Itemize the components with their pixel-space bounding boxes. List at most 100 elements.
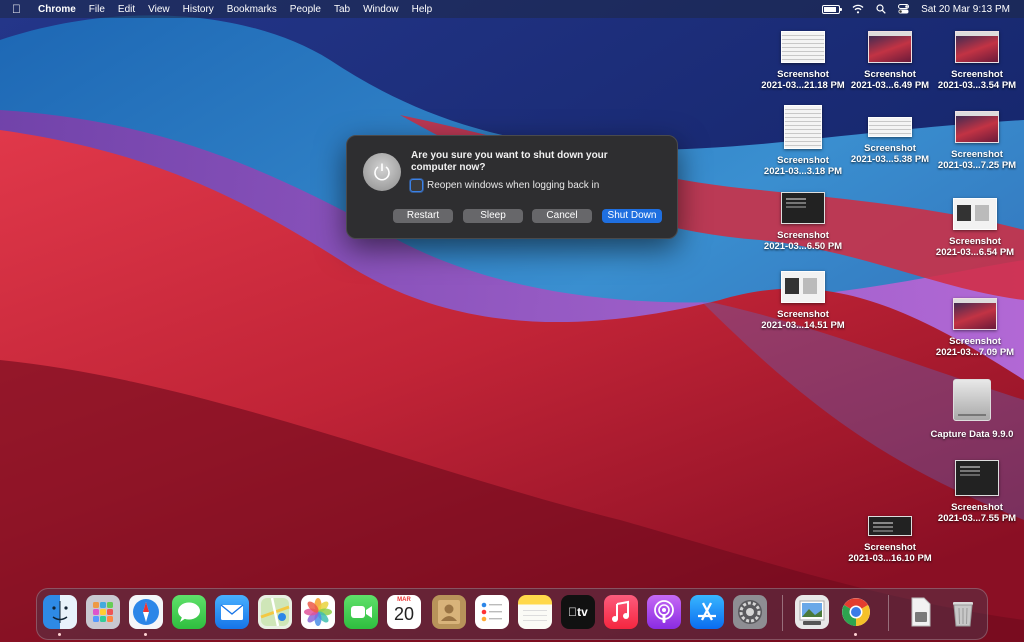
reopen-windows-checkbox[interactable] xyxy=(410,179,423,192)
maps-icon[interactable] xyxy=(258,595,292,629)
file-thumbnail xyxy=(955,111,999,143)
file-name-line1: Capture Data 9.9.0 xyxy=(930,429,1014,440)
system-preferences-icon[interactable] xyxy=(733,595,767,629)
file-name-line2: 2021-03...21.18 PM xyxy=(761,80,845,91)
calendar-day: 20 xyxy=(393,604,415,624)
desktop-file-screenshot[interactable]: Screenshot 2021-03...16.10 PM xyxy=(845,516,935,564)
restart-button[interactable]: Restart xyxy=(393,209,453,223)
file-name-line2: 2021-03...14.51 PM xyxy=(761,320,845,331)
file-thumbnail xyxy=(781,31,825,63)
downloads-icon[interactable] xyxy=(903,595,937,629)
desktop-file-screenshot[interactable]: Screenshot 2021-03...5.38 PM xyxy=(845,117,935,165)
menu-bar:  Chrome File Edit View History Bookmark… xyxy=(0,0,1024,18)
file-name-line1: Screenshot xyxy=(951,502,1003,513)
running-indicator xyxy=(854,633,857,636)
menu-history[interactable]: History xyxy=(183,4,214,15)
file-name-line1: Screenshot xyxy=(864,143,916,154)
file-name-line1: Screenshot xyxy=(951,149,1003,160)
file-thumbnail xyxy=(868,31,912,63)
file-name-line2: 2021-03...7.09 PM xyxy=(935,347,1015,358)
desktop-file-screenshot[interactable]: Screenshot 2021-03...7.25 PM xyxy=(932,111,1022,171)
menu-view[interactable]: View xyxy=(148,4,170,15)
file-name-line2: 2021-03...5.38 PM xyxy=(850,154,930,165)
control-center-icon[interactable] xyxy=(898,4,910,14)
file-thumbnail xyxy=(781,192,825,224)
file-thumbnail xyxy=(784,105,822,149)
notes-icon[interactable] xyxy=(518,595,552,629)
app-store-icon[interactable] xyxy=(690,595,724,629)
file-thumbnail xyxy=(955,31,999,63)
desktop-file-screenshot[interactable]: Screenshot 2021-03...3.54 PM xyxy=(932,31,1022,91)
file-thumbnail xyxy=(868,117,912,137)
calendar-month: MAR xyxy=(397,597,411,603)
desktop-file-screenshot[interactable]: Screenshot 2021-03...14.51 PM xyxy=(758,271,848,331)
file-name-line1: Screenshot xyxy=(864,69,916,80)
calendar-icon[interactable]: MAR 20 xyxy=(387,595,421,629)
running-indicator xyxy=(58,633,61,636)
dock-separator xyxy=(888,595,889,631)
file-name-line2: 2021-03...3.54 PM xyxy=(937,80,1017,91)
disk-image-icon xyxy=(953,379,991,421)
spotlight-search-icon[interactable] xyxy=(876,4,886,14)
messages-icon[interactable] xyxy=(172,595,206,629)
desktop-file-screenshot[interactable]: Screenshot 2021-03...7.55 PM xyxy=(932,460,1022,524)
file-name-line2: 2021-03...3.18 PM xyxy=(763,166,843,177)
finder-icon[interactable] xyxy=(43,595,77,629)
shut-down-button[interactable]: Shut Down xyxy=(602,209,662,223)
file-name-line2: 2021-03...6.49 PM xyxy=(850,80,930,91)
menu-clock[interactable]: Sat 20 Mar 9:13 PM xyxy=(921,4,1010,15)
desktop-file-screenshot[interactable]: Screenshot 2021-03...3.18 PM xyxy=(758,105,848,177)
photos-icon[interactable] xyxy=(301,595,335,629)
launchpad-icon[interactable] xyxy=(86,595,120,629)
file-name-line2: 2021-03...6.50 PM xyxy=(763,241,843,252)
preview-icon[interactable] xyxy=(795,595,829,629)
file-thumbnail xyxy=(868,516,912,536)
file-name-line1: Screenshot xyxy=(777,230,829,241)
menu-window[interactable]: Window xyxy=(363,4,399,15)
menu-bookmarks[interactable]: Bookmarks xyxy=(227,4,277,15)
music-icon[interactable] xyxy=(604,595,638,629)
reminders-icon[interactable] xyxy=(475,595,509,629)
desktop-file-screenshot[interactable]: Screenshot 2021-03...6.54 PM xyxy=(930,198,1020,258)
tv-icon[interactable]: tv xyxy=(561,595,595,629)
menu-app-name[interactable]: Chrome xyxy=(38,4,76,15)
desktop-file-screenshot[interactable]: Screenshot 2021-03...7.09 PM xyxy=(930,298,1020,358)
power-icon xyxy=(363,153,401,191)
file-thumbnail xyxy=(781,271,825,303)
menu-tab[interactable]: Tab xyxy=(334,4,350,15)
dock: MAR 20 tv xyxy=(36,588,988,640)
running-indicator xyxy=(144,633,147,636)
file-thumbnail xyxy=(953,198,997,230)
mail-icon[interactable] xyxy=(215,595,249,629)
desktop-file-screenshot[interactable]: Screenshot 2021-03...21.18 PM xyxy=(758,31,848,91)
file-name-line2: 2021-03...7.55 PM xyxy=(937,513,1017,524)
menu-edit[interactable]: Edit xyxy=(118,4,135,15)
apple-menu-icon[interactable]:  xyxy=(12,2,26,16)
menu-people[interactable]: People xyxy=(290,4,321,15)
file-name-line1: Screenshot xyxy=(777,69,829,80)
cancel-button[interactable]: Cancel xyxy=(532,209,592,223)
file-name-line1: Screenshot xyxy=(777,309,829,320)
reopen-windows-option: Reopen windows when logging back in xyxy=(410,179,599,192)
trash-icon[interactable] xyxy=(946,595,980,629)
desktop-file-screenshot[interactable]: Screenshot 2021-03...6.49 PM xyxy=(845,31,935,91)
facetime-icon[interactable] xyxy=(344,595,378,629)
safari-icon[interactable] xyxy=(129,595,163,629)
wifi-icon[interactable] xyxy=(852,4,864,14)
menu-help[interactable]: Help xyxy=(412,4,433,15)
chrome-icon[interactable] xyxy=(839,595,873,629)
file-name-line2: 2021-03...16.10 PM xyxy=(848,553,932,564)
reopen-windows-label[interactable]: Reopen windows when logging back in xyxy=(427,180,599,191)
shutdown-dialog: Are you sure you want to shut down your … xyxy=(346,135,678,239)
file-name-line1: Screenshot xyxy=(949,336,1001,347)
file-name-line1: Screenshot xyxy=(951,69,1003,80)
podcasts-icon[interactable] xyxy=(647,595,681,629)
contacts-icon[interactable] xyxy=(432,595,466,629)
dialog-title: Are you sure you want to shut down your … xyxy=(411,150,608,173)
file-thumbnail xyxy=(953,298,997,330)
battery-icon[interactable] xyxy=(822,4,843,14)
sleep-button[interactable]: Sleep xyxy=(463,209,523,223)
desktop-drive-capture-data[interactable]: Capture Data 9.9.0 xyxy=(927,379,1017,440)
desktop-file-screenshot[interactable]: Screenshot 2021-03...6.50 PM xyxy=(758,192,848,252)
menu-file[interactable]: File xyxy=(89,4,105,15)
